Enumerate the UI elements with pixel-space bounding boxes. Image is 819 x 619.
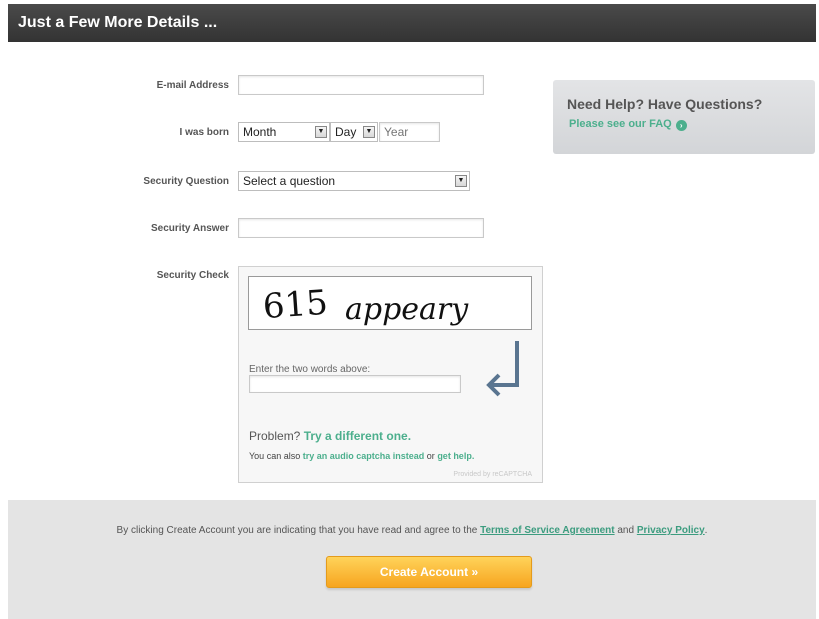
captcha-problem: Problem? Try a different one. <box>249 429 412 443</box>
triangle-down-icon: ▼ <box>455 175 467 187</box>
security-check-label: Security Check <box>156 270 229 281</box>
security-answer-label: Security Answer <box>151 223 229 234</box>
legal-text: By clicking Create Account you are indic… <box>116 525 708 536</box>
triangle-down-icon: ▼ <box>315 126 327 138</box>
security-question-label: Security Question <box>143 176 229 187</box>
terms-link[interactable]: Terms of Service Agreement <box>480 525 615 536</box>
day-select-value: Day <box>335 125 357 139</box>
get-help-link[interactable]: get help. <box>437 451 474 461</box>
email-field[interactable] <box>238 75 484 95</box>
captcha-prompt: Enter the two words above: <box>249 364 371 375</box>
email-label: E-mail Address <box>156 80 229 91</box>
page-title: Just a Few More Details ... <box>18 14 218 31</box>
security-question-value: Select a question <box>243 174 336 188</box>
captcha-word-2: appeary <box>345 292 469 327</box>
privacy-link[interactable]: Privacy Policy <box>637 525 705 536</box>
return-arrow-icon <box>486 341 519 397</box>
captcha-widget: 615 appeary Enter the two words above: P… <box>238 266 543 483</box>
captcha-answer-field[interactable] <box>249 375 461 393</box>
help-panel: Need Help? Have Questions? Please see ou… <box>553 80 815 154</box>
day-select[interactable]: Day ▼ <box>330 122 378 142</box>
year-field[interactable] <box>379 122 440 142</box>
security-answer-field[interactable] <box>238 218 484 238</box>
captcha-words: 615 appeary <box>262 283 470 327</box>
try-different-link[interactable]: Try a different one. <box>304 429 411 443</box>
footer: By clicking Create Account you are indic… <box>8 500 816 619</box>
captcha-alternatives: You can also try an audio captcha instea… <box>249 451 475 461</box>
captcha-word-1: 615 <box>262 283 330 327</box>
triangle-down-icon: ▼ <box>363 126 375 138</box>
security-question-select[interactable]: Select a question ▼ <box>238 171 470 191</box>
audio-captcha-link[interactable]: try an audio captcha instead <box>303 451 425 461</box>
help-title: Need Help? Have Questions? <box>567 96 763 112</box>
faq-link[interactable]: Please see our FAQ › <box>569 118 687 131</box>
recaptcha-credit: Provided by reCAPTCHA <box>453 471 532 478</box>
born-label: I was born <box>179 127 229 138</box>
page-header: Just a Few More Details ... <box>8 4 816 42</box>
month-select-value: Month <box>243 125 277 139</box>
month-select[interactable]: Month ▼ <box>238 122 330 142</box>
create-account-button[interactable]: Create Account » <box>326 556 532 588</box>
arrow-circle-right-icon: › <box>675 120 687 131</box>
captcha-image: 615 appeary <box>248 276 532 330</box>
